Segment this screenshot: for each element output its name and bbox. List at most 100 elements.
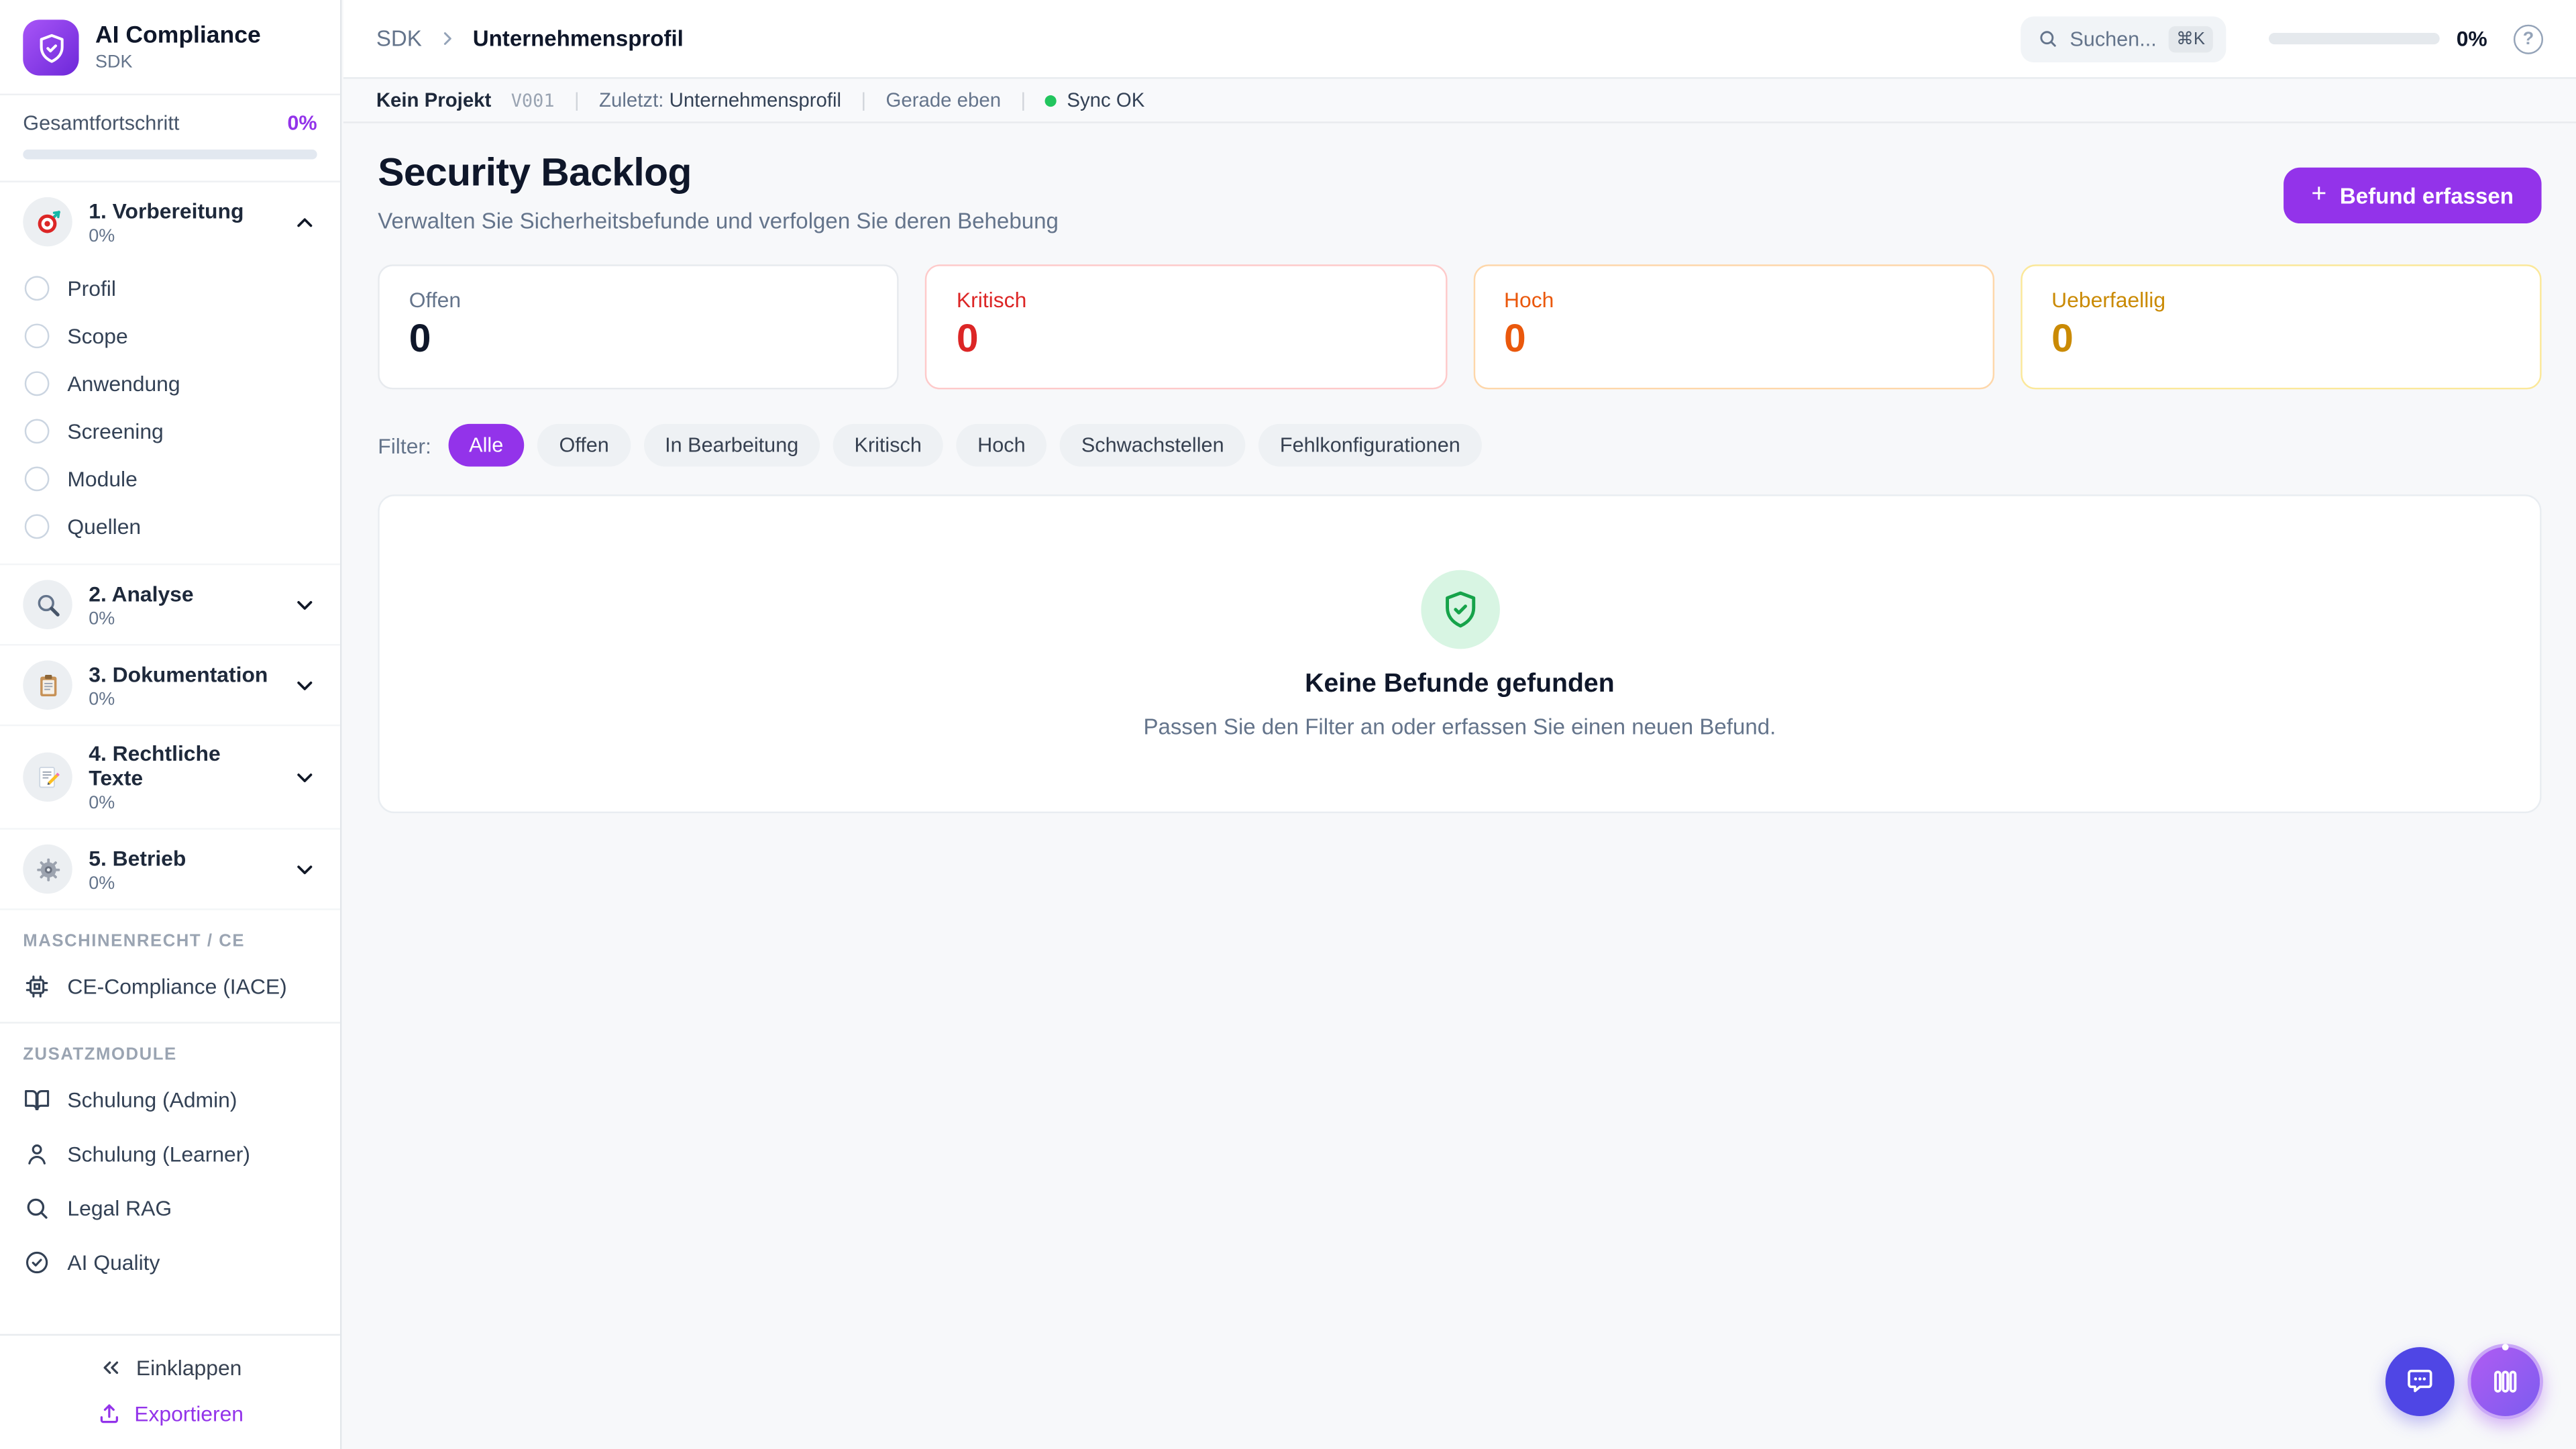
empty-state-text: Passen Sie den Filter an oder erfassen S… — [1143, 714, 1776, 739]
stat-card-hoch: Hoch 0 — [1473, 264, 1994, 389]
topbar: SDK Unternehmensprofil Suchen... ⌘K 0% ? — [343, 0, 2576, 79]
breadcrumb-sdk[interactable]: SDK — [376, 26, 422, 51]
sidebar-phase-betrieb[interactable]: 5. Betrieb 0% — [0, 830, 340, 910]
sidebar-item-ce-compliance[interactable]: CE-Compliance (IACE) — [0, 959, 340, 1014]
magnifier-icon — [23, 580, 72, 629]
filter-chip-kritisch[interactable]: Kritisch — [833, 424, 943, 467]
export-button[interactable]: Exportieren — [97, 1401, 244, 1426]
step-circle-icon — [25, 515, 50, 539]
section-header-zusatzmodule: ZUSATZMODULE — [0, 1024, 340, 1073]
search-icon — [23, 1194, 51, 1222]
empty-state-card: Keine Befunde gefunden Passen Sie den Fi… — [378, 494, 2541, 813]
last-label: Zuletzt: — [599, 89, 663, 111]
app-window: AI Compliance SDK Gesamtfortschritt 0% 1… — [0, 0, 2576, 1449]
section-header-maschinenrecht: MASCHINENRECHT / CE — [0, 910, 340, 959]
step-circle-icon — [25, 371, 50, 396]
filter-chip-in-bearbeitung[interactable]: In Bearbeitung — [643, 424, 820, 467]
chevrons-left-icon — [99, 1355, 123, 1380]
app-logo — [23, 19, 78, 75]
project-name: Kein Projekt — [376, 89, 492, 111]
user-icon — [23, 1140, 51, 1169]
overall-progress-value: 0% — [287, 112, 317, 135]
sidebar-phase-dokumentation[interactable]: 3. Dokumentation 0% — [0, 645, 340, 726]
breadcrumb: SDK Unternehmensprofil — [376, 26, 2021, 51]
divider: | — [574, 89, 580, 111]
filter-row: Filter: Alle Offen In Bearbeitung Kritis… — [378, 424, 2541, 467]
filter-label: Filter: — [378, 433, 431, 458]
overall-progress-label: Gesamtfortschritt — [23, 112, 179, 135]
sidebar-item-profil[interactable]: Profil — [0, 264, 340, 312]
chevron-up-icon — [292, 209, 317, 234]
sidebar-footer: Einklappen Exportieren — [0, 1334, 340, 1449]
plus-icon: + — [2311, 182, 2326, 209]
target-icon — [23, 197, 72, 246]
stat-card-offen: Offen 0 — [378, 264, 899, 389]
gear-icon — [23, 845, 72, 894]
divider: | — [861, 89, 866, 111]
step-circle-icon — [25, 419, 50, 443]
topbar-progress: 0% — [2269, 26, 2487, 51]
shield-check-icon — [1420, 570, 1499, 649]
page-subtitle: Verwalten Sie Sicherheitsbefunde und ver… — [378, 209, 1059, 233]
clipboard-icon — [23, 660, 72, 709]
sidebar-phase-analyse[interactable]: 2. Analyse 0% — [0, 565, 340, 645]
stats-row: Offen 0 Kritisch 0 Hoch 0 Ueberfaellig 0 — [378, 264, 2541, 389]
create-finding-button[interactable]: + Befund erfassen — [2284, 168, 2542, 223]
sidebar-item-schulung-admin[interactable]: Schulung (Admin) — [0, 1073, 340, 1127]
sync-status: Sync OK — [1067, 89, 1144, 111]
last-value: Unternehmensprofil — [669, 89, 841, 111]
filter-chip-alle[interactable]: Alle — [447, 424, 525, 467]
sidebar-header: AI Compliance SDK — [0, 0, 340, 95]
sidebar-item-anwendung[interactable]: Anwendung — [0, 360, 340, 407]
sidebar: AI Compliance SDK Gesamtfortschritt 0% 1… — [0, 0, 341, 1449]
app-subtitle: SDK — [95, 52, 261, 72]
sidebar-item-screening[interactable]: Screening — [0, 407, 340, 455]
step-circle-icon — [25, 467, 50, 492]
book-open-icon — [23, 1086, 51, 1114]
overall-progress: Gesamtfortschritt 0% — [0, 95, 340, 182]
help-icon[interactable]: ? — [2514, 24, 2543, 54]
check-circle-icon — [23, 1248, 51, 1277]
overall-progress-track — [23, 150, 317, 160]
sidebar-item-quellen[interactable]: Quellen — [0, 502, 340, 550]
upload-icon — [97, 1401, 121, 1426]
filter-chip-offen[interactable]: Offen — [538, 424, 631, 467]
filter-chip-hoch[interactable]: Hoch — [956, 424, 1046, 467]
sidebar-item-schulung-learner[interactable]: Schulung (Learner) — [0, 1127, 340, 1181]
step-circle-icon — [25, 323, 50, 348]
chat-button[interactable] — [2385, 1347, 2455, 1416]
stat-card-ueberfaellig: Ueberfaellig 0 — [2021, 264, 2542, 389]
step-circle-icon — [25, 276, 50, 301]
search-input[interactable]: Suchen... ⌘K — [2021, 15, 2226, 62]
divider: | — [1020, 89, 1026, 111]
stat-card-kritisch: Kritisch 0 — [925, 264, 1446, 389]
filter-chip-schwachstellen[interactable]: Schwachstellen — [1060, 424, 1245, 467]
topbar-progress-track — [2269, 33, 2440, 44]
filter-chip-fehlkonfigurationen[interactable]: Fehlkonfigurationen — [1258, 424, 1482, 467]
statusbar: Kein Projekt V001 | Zuletzt: Unternehmen… — [343, 79, 2576, 123]
phase-subitems: Profil Scope Anwendung Screening Module … — [0, 261, 340, 565]
chevron-down-icon — [292, 592, 317, 617]
last-saved-time: Gerade eben — [885, 89, 1001, 111]
search-icon — [2037, 28, 2058, 50]
sidebar-item-legal-rag[interactable]: Legal RAG — [0, 1181, 340, 1236]
sidebar-phase-vorbereitung[interactable]: 1. Vorbereitung 0% — [0, 182, 340, 262]
chevron-down-icon — [292, 673, 317, 698]
cpu-icon — [23, 973, 51, 1001]
kanban-board-button[interactable] — [2467, 1344, 2543, 1419]
chevron-right-icon — [437, 28, 458, 50]
sidebar-item-scope[interactable]: Scope — [0, 312, 340, 360]
kanban-columns-icon — [2489, 1365, 2522, 1398]
sidebar-phase-rechtliche-texte[interactable]: 4. Rechtliche Texte 0% — [0, 726, 340, 829]
memo-pencil-icon — [23, 753, 72, 802]
sidebar-item-module[interactable]: Module — [0, 455, 340, 502]
collapse-sidebar-button[interactable]: Einklappen — [99, 1355, 242, 1380]
breadcrumb-current: Unternehmensprofil — [473, 26, 684, 51]
version-badge: V001 — [511, 89, 555, 111]
sync-status-dot — [1046, 95, 1057, 106]
keyboard-shortcut-badge: ⌘K — [2168, 25, 2213, 52]
shield-check-icon — [36, 32, 67, 64]
sidebar-item-ai-quality[interactable]: AI Quality — [0, 1236, 340, 1290]
empty-state-title: Keine Befunde gefunden — [1305, 669, 1615, 699]
chat-bubble-icon — [2404, 1365, 2436, 1398]
